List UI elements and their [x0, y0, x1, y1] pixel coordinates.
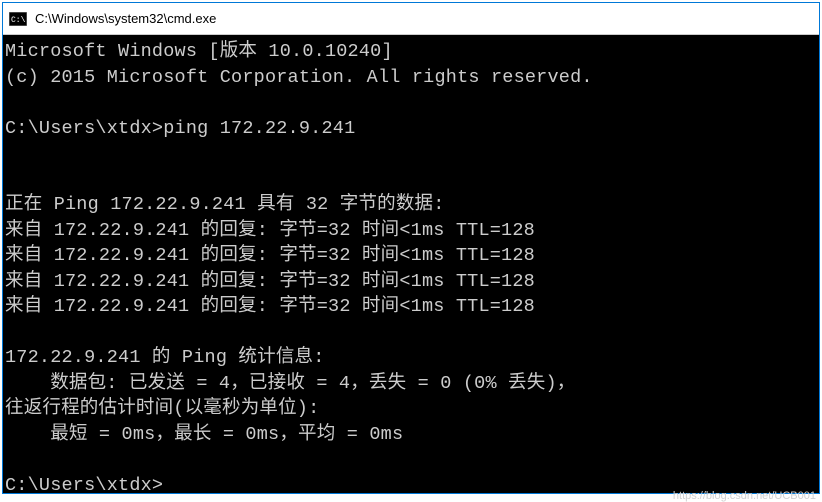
ping-reply: 来自 172.22.9.241 的回复: 字节=32 时间<1ms TTL=12…: [5, 220, 535, 241]
copyright-line: (c) 2015 Microsoft Corporation. All righ…: [5, 67, 593, 88]
prompt-path: C:\Users\xtdx>: [5, 116, 163, 142]
cmd-window: C:\ C:\Windows\system32\cmd.exe Microsof…: [2, 2, 820, 494]
ping-stats-header: 172.22.9.241 的 Ping 统计信息:: [5, 347, 325, 368]
titlebar[interactable]: C:\ C:\Windows\system32\cmd.exe: [3, 3, 819, 35]
ping-stats-rtt: 最短 = 0ms，最长 = 0ms，平均 = 0ms: [5, 424, 403, 445]
pinging-line: 正在 Ping 172.22.9.241 具有 32 字节的数据:: [5, 194, 445, 215]
command-text: ping 172.22.9.241: [163, 116, 355, 142]
watermark-text: https://blog.csdn.net/UCB001: [673, 490, 816, 502]
ping-reply: 来自 172.22.9.241 的回复: 字节=32 时间<1ms TTL=12…: [5, 245, 535, 266]
prompt-path: C:\Users\xtdx>: [5, 475, 163, 493]
ping-reply: 来自 172.22.9.241 的回复: 字节=32 时间<1ms TTL=12…: [5, 296, 535, 317]
terminal-output[interactable]: Microsoft Windows [版本 10.0.10240] (c) 20…: [3, 35, 819, 493]
window-title: C:\Windows\system32\cmd.exe: [35, 11, 216, 26]
os-version-line: Microsoft Windows [版本 10.0.10240]: [5, 41, 393, 62]
svg-text:C:\: C:\: [11, 16, 26, 25]
cmd-icon: C:\: [9, 11, 27, 27]
ping-stats-packets: 数据包: 已发送 = 4，已接收 = 4，丢失 = 0 (0% 丢失)，: [5, 373, 575, 394]
ping-stats-rtt-header: 往返行程的估计时间(以毫秒为单位):: [5, 398, 319, 419]
ping-reply: 来自 172.22.9.241 的回复: 字节=32 时间<1ms TTL=12…: [5, 271, 535, 292]
